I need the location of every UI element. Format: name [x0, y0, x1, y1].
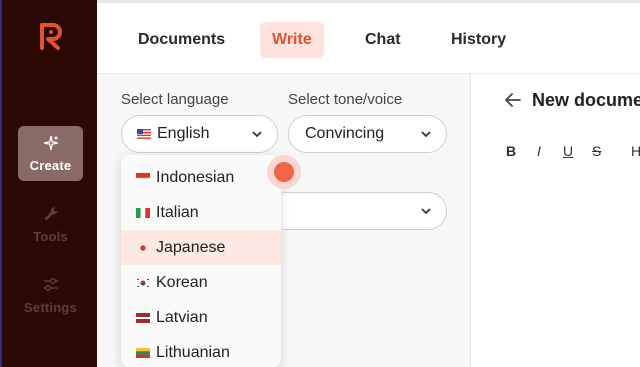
tab-documents[interactable]: Documents	[126, 22, 237, 58]
bold-button[interactable]: B	[506, 143, 516, 159]
option-label: Japanese	[156, 238, 226, 256]
sparkle-icon	[43, 135, 59, 151]
tab-history[interactable]: History	[439, 22, 518, 58]
indonesia-flag-icon	[136, 172, 150, 183]
option-label: Italian	[156, 203, 199, 221]
japan-flag-icon	[136, 242, 150, 253]
italic-button[interactable]: I	[537, 143, 541, 159]
sidebar-item-label: Create	[29, 158, 72, 173]
language-dropdown: Indonesian Italian Japanese Korean Latvi…	[121, 155, 281, 367]
option-label: Indonesian	[156, 168, 235, 186]
underline-button[interactable]: U	[563, 143, 573, 159]
top-tab-bar: Documents Write Chat History	[97, 0, 640, 74]
tone-select[interactable]: Convincing	[288, 115, 447, 153]
language-option-japanese[interactable]: Japanese	[121, 230, 281, 265]
language-option-indonesian[interactable]: Indonesian	[121, 160, 281, 195]
sidebar-item-settings[interactable]: Settings	[18, 268, 83, 323]
option-label: Korean	[156, 273, 208, 291]
language-select-value: English	[157, 125, 210, 142]
tab-write[interactable]: Write	[260, 22, 324, 58]
wrench-icon	[44, 207, 58, 221]
language-option-korean[interactable]: Korean	[121, 265, 281, 300]
sidebar-item-create[interactable]: Create	[18, 126, 83, 181]
italy-flag-icon	[136, 207, 150, 218]
sidebar: Create Tools Settings	[0, 0, 97, 367]
chevron-down-icon	[421, 208, 431, 215]
language-option-latvian[interactable]: Latvian	[121, 300, 281, 335]
sliders-icon	[43, 278, 58, 291]
chevron-down-icon	[252, 131, 262, 138]
tab-chat[interactable]: Chat	[353, 22, 413, 58]
strikethrough-button[interactable]: S	[592, 143, 601, 159]
editor-panel: New docume B I U S H	[472, 74, 640, 367]
document-title[interactable]: New docume	[532, 90, 640, 111]
language-option-italian[interactable]: Italian	[121, 195, 281, 230]
sidebar-item-tools[interactable]: Tools	[18, 197, 83, 252]
sidebar-item-label: Tools	[33, 229, 68, 244]
sidebar-item-label: Settings	[24, 300, 77, 315]
tone-select-value: Convincing	[305, 125, 385, 142]
pointer-cursor	[267, 155, 301, 189]
option-label: Lithuanian	[156, 343, 230, 361]
option-label: Latvian	[156, 308, 208, 326]
language-label: Select language	[121, 91, 229, 108]
back-arrow-icon[interactable]	[504, 92, 522, 108]
latvia-flag-icon	[136, 312, 150, 323]
language-option-lithuanian[interactable]: Lithuanian	[121, 335, 281, 367]
us-flag-icon	[137, 129, 151, 139]
logo-icon[interactable]	[38, 22, 64, 50]
tone-label: Select tone/voice	[288, 91, 403, 108]
chevron-down-icon	[421, 131, 431, 138]
korea-flag-icon	[136, 277, 150, 288]
language-select[interactable]: English	[121, 115, 278, 153]
secondary-select[interactable]	[267, 192, 447, 230]
lithuania-flag-icon	[136, 347, 150, 358]
heading-button[interactable]: H	[631, 143, 640, 159]
